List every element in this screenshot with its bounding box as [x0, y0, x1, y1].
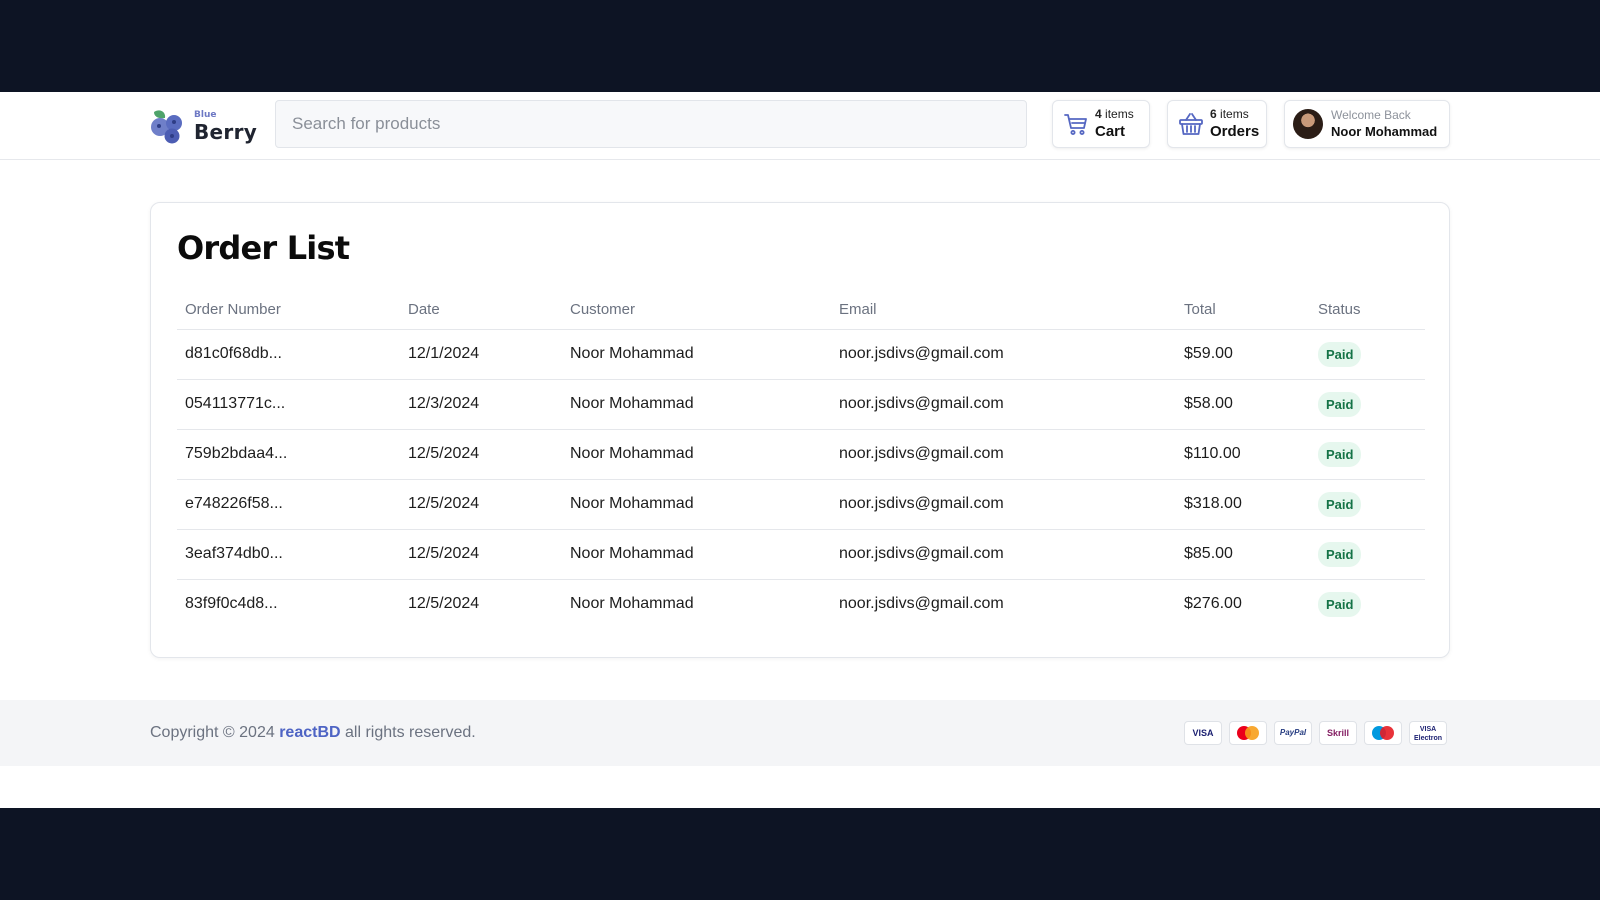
cart-label: Cart	[1095, 123, 1126, 140]
status-badge: Paid	[1318, 341, 1362, 367]
order-email: noor.jsdivs@gmail.com	[831, 529, 1176, 580]
blueberry-logo[interactable]: Blue Berry	[148, 106, 257, 146]
paypal-icon: PayPal	[1274, 721, 1312, 745]
maestro-icon	[1364, 721, 1402, 745]
order-customer: Noor Mohammad	[562, 529, 831, 580]
status-badge: Paid	[1318, 441, 1362, 467]
cart-count: 4 items	[1095, 107, 1134, 121]
table-row[interactable]: 83f9f0c4d8... 12/5/2024 Noor Mohammad no…	[177, 579, 1425, 629]
brand-link[interactable]: reactBD	[279, 724, 340, 741]
orders-count: 6 items	[1210, 107, 1249, 121]
order-date: 12/5/2024	[400, 429, 562, 480]
order-date: 12/5/2024	[400, 479, 562, 530]
orders-label: Orders	[1210, 123, 1260, 140]
status-badge: Paid	[1318, 591, 1362, 617]
order-total: $85.00	[1176, 529, 1310, 580]
table-row[interactable]: 3eaf374db0... 12/5/2024 Noor Mohammad no…	[177, 529, 1425, 580]
logo-text: Berry	[194, 120, 258, 144]
avatar	[1293, 109, 1323, 139]
order-email: noor.jsdivs@gmail.com	[831, 329, 1176, 380]
order-customer: Noor Mohammad	[562, 329, 831, 380]
order-number: 759b2bdaa4...	[177, 429, 400, 480]
order-email: noor.jsdivs@gmail.com	[831, 479, 1176, 530]
column-header: Total	[1176, 291, 1310, 330]
order-date: 12/1/2024	[400, 329, 562, 380]
page-title: Order List	[177, 229, 350, 267]
status-badge: Paid	[1318, 541, 1362, 567]
cart-icon	[1064, 114, 1087, 135]
app-frame: Blue Berry 4 items Cart 6 items Orders	[0, 92, 1600, 808]
column-header: Date	[400, 291, 562, 330]
order-customer: Noor Mohammad	[562, 479, 831, 530]
status-badge: Paid	[1318, 391, 1362, 417]
berries-logo-icon	[151, 110, 182, 144]
order-total: $110.00	[1176, 429, 1310, 480]
column-header: Order Number	[177, 291, 400, 330]
orders-table: Order Number Date Customer Email Total S…	[177, 291, 1425, 629]
table-header-row: Order Number Date Customer Email Total S…	[177, 291, 1425, 330]
cart-button[interactable]: 4 items Cart	[1052, 100, 1150, 148]
skrill-icon: Skrill	[1319, 721, 1357, 745]
table-row[interactable]: 054113771c... 12/3/2024 Noor Mohammad no…	[177, 379, 1425, 430]
order-number: d81c0f68db...	[177, 329, 400, 380]
order-number: e748226f58...	[177, 479, 400, 530]
order-total: $59.00	[1176, 329, 1310, 380]
orders-button[interactable]: 6 items Orders	[1167, 100, 1267, 148]
visa-electron-icon: VISA Electron	[1409, 721, 1447, 745]
search-input[interactable]	[275, 100, 1027, 148]
order-total: $58.00	[1176, 379, 1310, 430]
order-date: 12/5/2024	[408, 595, 480, 613]
order-list-card: Order List Order Number Date Customer Em…	[150, 202, 1450, 658]
order-email: noor.jsdivs@gmail.com	[839, 595, 1004, 613]
column-header: Email	[831, 291, 1176, 330]
order-customer: Noor Mohammad	[562, 429, 831, 480]
copyright-text: Copyright © 2024 reactBD all rights rese…	[150, 724, 476, 741]
order-number: 054113771c...	[177, 379, 400, 430]
order-date: 12/5/2024	[400, 529, 562, 580]
order-total: $276.00	[1184, 595, 1242, 613]
page-footer: Copyright © 2024 reactBD all rights rese…	[0, 700, 1600, 766]
order-number: 83f9f0c4d8...	[185, 595, 278, 613]
status-badge: Paid	[1318, 491, 1362, 517]
order-email: noor.jsdivs@gmail.com	[831, 429, 1176, 480]
order-customer: Noor Mohammad	[570, 595, 694, 613]
logo-subtext: Blue	[194, 110, 217, 120]
order-customer: Noor Mohammad	[562, 379, 831, 430]
order-number: 3eaf374db0...	[177, 529, 400, 580]
order-email: noor.jsdivs@gmail.com	[831, 379, 1176, 430]
top-header: Blue Berry 4 items Cart 6 items Orders	[0, 92, 1600, 160]
mastercard-icon	[1229, 721, 1267, 745]
table-row[interactable]: 759b2bdaa4... 12/5/2024 Noor Mohammad no…	[177, 429, 1425, 480]
welcome-text: Welcome Back	[1331, 108, 1411, 122]
order-date: 12/3/2024	[400, 379, 562, 430]
user-name: Noor Mohammad	[1331, 124, 1438, 139]
column-header: Customer	[562, 291, 831, 330]
visa-icon: VISA	[1184, 721, 1222, 745]
user-menu[interactable]: Welcome Back Noor Mohammad	[1284, 100, 1450, 148]
table-row[interactable]: e748226f58... 12/5/2024 Noor Mohammad no…	[177, 479, 1425, 530]
table-row[interactable]: d81c0f68db... 12/1/2024 Noor Mohammad no…	[177, 329, 1425, 380]
basket-icon	[1179, 113, 1203, 135]
column-header: Status	[1310, 291, 1425, 330]
order-total: $318.00	[1176, 479, 1310, 530]
